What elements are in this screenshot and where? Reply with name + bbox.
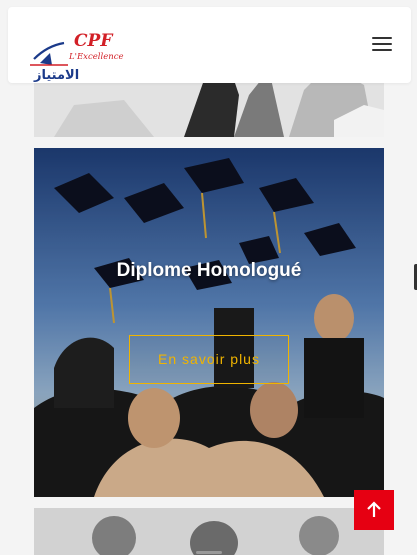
slide-image-bottom <box>34 508 384 555</box>
back-to-top-button[interactable] <box>354 490 394 530</box>
site-header: CPF L'Excellence الامتياز <box>8 7 411 83</box>
arrow-up-icon <box>367 501 381 517</box>
hamburger-menu-icon[interactable] <box>370 34 394 54</box>
hero-overlay <box>34 148 384 497</box>
hero-title: Diplome Homologué <box>116 260 302 281</box>
svg-text:الامتياز: الامتياز <box>33 68 79 83</box>
hero-slide: Diplome Homologué En savoir plus <box>34 148 384 497</box>
learn-more-button[interactable]: En savoir plus <box>129 335 289 384</box>
site-logo[interactable]: CPF L'Excellence الامتياز <box>28 29 132 83</box>
scroll-indicator <box>196 551 222 554</box>
classroom-photo <box>34 508 384 555</box>
svg-text:CPF: CPF <box>74 31 114 51</box>
logo-graphic: CPF L'Excellence الامتياز <box>30 31 124 83</box>
svg-text:L'Excellence: L'Excellence <box>68 52 124 62</box>
